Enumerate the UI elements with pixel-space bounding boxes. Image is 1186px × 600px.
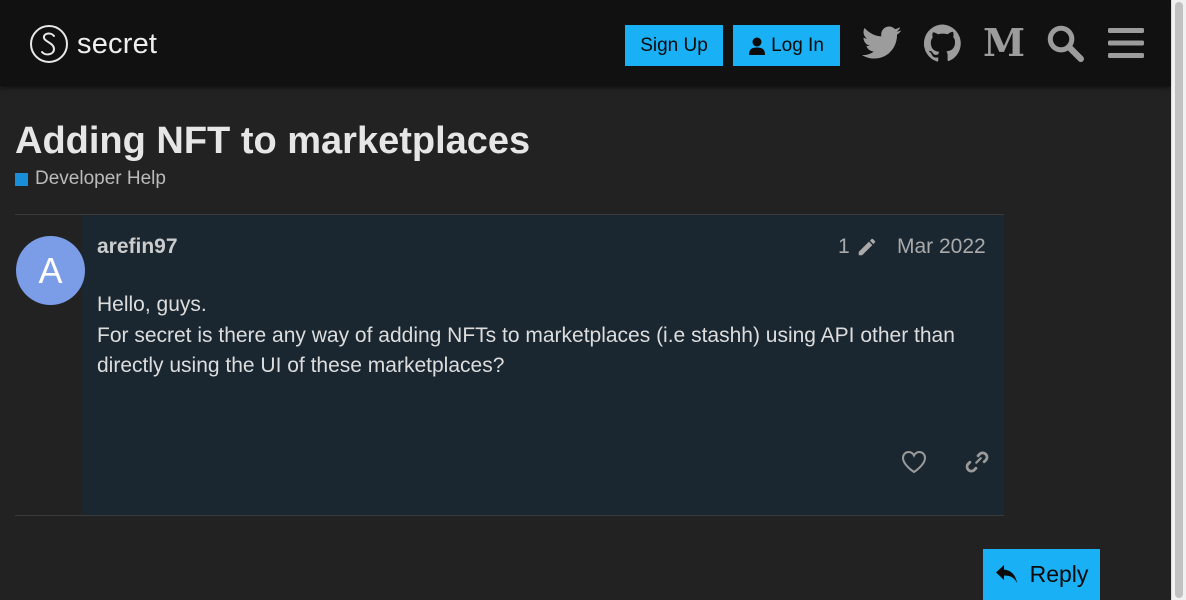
post-username[interactable]: arefin97 — [97, 235, 178, 259]
heart-icon — [901, 450, 927, 474]
github-icon[interactable] — [922, 22, 964, 64]
sign-up-button[interactable]: Sign Up — [625, 25, 723, 66]
search-icon[interactable] — [1044, 22, 1086, 64]
like-button[interactable] — [896, 444, 932, 480]
category-label: Developer Help — [35, 168, 166, 189]
page-scrollbar[interactable] — [1171, 0, 1186, 600]
medium-icon[interactable]: M — [983, 22, 1025, 64]
avatar[interactable]: A — [16, 236, 85, 305]
link-icon — [965, 451, 989, 473]
edit-history[interactable]: 1 — [838, 235, 878, 259]
post-content: Hello, guys. For secret is there any way… — [97, 290, 997, 382]
user-icon — [749, 37, 766, 55]
logo-text: secret — [77, 27, 158, 60]
post-line-2: For secret is there any way of adding NF… — [97, 323, 955, 378]
pencil-icon — [858, 238, 875, 256]
site-logo[interactable]: secret — [30, 25, 157, 63]
secret-s-icon — [30, 25, 68, 63]
site-header: secret Sign Up Log In M — [0, 0, 1171, 86]
reply-button[interactable]: Reply — [983, 549, 1100, 600]
edit-count: 1 — [838, 235, 850, 258]
avatar-letter: A — [38, 249, 63, 291]
topic-title[interactable]: Adding NFT to marketplaces — [15, 120, 530, 163]
log-in-label: Log In — [771, 34, 824, 56]
category-link[interactable]: Developer Help — [15, 168, 166, 190]
reply-icon — [995, 564, 1017, 583]
post-bottom-divider — [15, 515, 1004, 516]
sign-up-label: Sign Up — [640, 34, 708, 56]
category-badge — [15, 172, 28, 186]
post-line-1: Hello, guys. — [97, 293, 207, 316]
twitter-icon[interactable] — [861, 22, 903, 64]
post-date[interactable]: Mar 2022 — [897, 235, 986, 259]
scrollbar-thumb[interactable] — [1175, 2, 1183, 598]
log-in-button[interactable]: Log In — [733, 25, 840, 66]
share-link-button[interactable] — [959, 444, 995, 480]
reply-label: Reply — [1029, 561, 1089, 587]
menu-icon[interactable] — [1105, 22, 1147, 64]
